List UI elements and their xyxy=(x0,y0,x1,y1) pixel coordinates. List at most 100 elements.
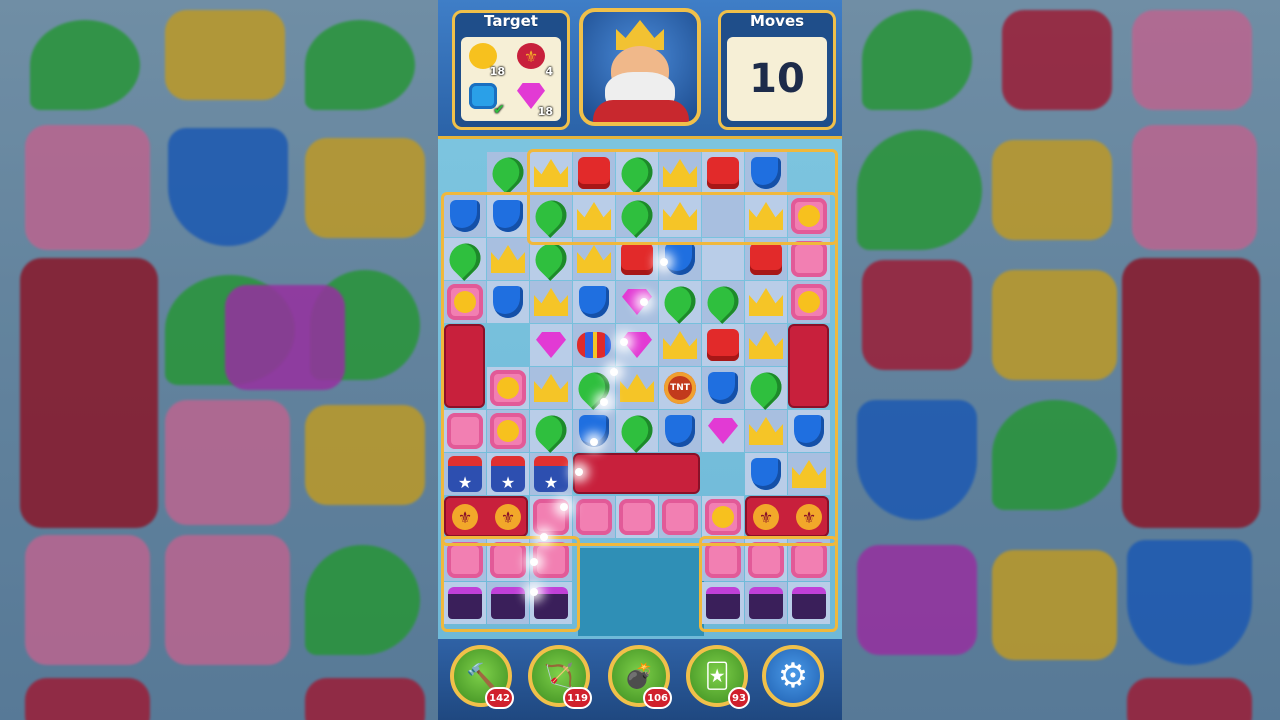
target-count: 4 xyxy=(545,65,553,78)
hammer-booster-button[interactable]: 🔨 142 xyxy=(450,645,514,709)
arrow-booster-button[interactable]: 🏹 119 xyxy=(528,645,592,709)
target-gem: 18 xyxy=(513,81,553,118)
shield-piece xyxy=(790,412,828,450)
hat-piece xyxy=(446,584,484,622)
duck-icon xyxy=(712,506,734,528)
leaf-piece xyxy=(615,409,659,453)
leaf-piece xyxy=(486,151,530,195)
pinkbox-piece xyxy=(446,412,484,450)
crownp-piece xyxy=(532,154,570,192)
leaf-piece xyxy=(529,194,573,238)
moves-panel: Moves 10 xyxy=(718,10,836,130)
target-duck: 18 xyxy=(465,41,505,78)
fleur-de-lis-icon: ⚜ xyxy=(796,504,822,530)
booster-count: 119 xyxy=(563,687,592,709)
crownp-piece xyxy=(575,197,613,235)
shield-piece xyxy=(661,412,699,450)
arrow-icon: 🏹 xyxy=(544,662,574,690)
duck-icon xyxy=(497,377,519,399)
crownp-piece xyxy=(532,369,570,407)
redb-piece xyxy=(704,326,742,364)
crownp-piece xyxy=(661,154,699,192)
board-tile[interactable] xyxy=(702,238,744,280)
cannon-booster-button[interactable]: 💣 106 xyxy=(608,645,672,709)
moves-counter: 10 xyxy=(749,56,805,102)
target-count: 18 xyxy=(489,65,505,78)
leaf-piece xyxy=(615,194,659,238)
fleur-block: ⚜ ⚜ xyxy=(444,496,528,537)
sparkle-effect xyxy=(610,368,618,376)
shield-piece xyxy=(747,455,785,493)
game-board[interactable]: TNT ★ ★ ★ ⚜ ⚜ ⚜ ⚜ xyxy=(440,148,840,638)
king-avatar xyxy=(579,8,701,126)
jester-booster-button[interactable]: 🃏 93 xyxy=(686,645,750,709)
booster-count: 106 xyxy=(643,687,672,709)
leaf-piece xyxy=(443,237,487,281)
pinkbox-piece xyxy=(661,498,699,536)
redb-piece xyxy=(747,240,785,278)
duck-piece xyxy=(489,369,527,407)
shield-piece xyxy=(575,283,613,321)
drum-piece: ★ xyxy=(446,455,484,493)
shield-piece xyxy=(446,197,484,235)
booster-count: 93 xyxy=(728,687,750,709)
rocket-piece xyxy=(575,326,613,364)
sparkle-effect xyxy=(660,258,668,266)
duck-icon xyxy=(454,291,476,313)
crownp-piece xyxy=(747,326,785,364)
sparkle-effect xyxy=(530,558,538,566)
crownp-piece xyxy=(661,197,699,235)
crownp-piece xyxy=(489,240,527,278)
settings-button[interactable]: ⚙ xyxy=(762,645,824,707)
pinkbox-piece xyxy=(618,498,656,536)
duck-piece xyxy=(704,498,742,536)
crownp-piece xyxy=(790,455,828,493)
duck-piece xyxy=(790,283,828,321)
board-tile[interactable] xyxy=(702,195,744,237)
sparkle-effect xyxy=(590,438,598,446)
duck-piece xyxy=(790,197,828,235)
fleur-de-lis-icon: ⚜ xyxy=(517,43,545,69)
redb-piece xyxy=(618,240,656,278)
pinkbox-piece xyxy=(790,240,828,278)
gem-piece xyxy=(704,412,742,450)
crownp-piece xyxy=(747,197,785,235)
fleur-de-lis-icon: ⚜ xyxy=(753,504,779,530)
hat-piece xyxy=(489,584,527,622)
sparkle-effect xyxy=(600,398,608,406)
crownp-piece xyxy=(661,326,699,364)
sparkle-effect xyxy=(620,338,628,346)
hat-piece xyxy=(790,584,828,622)
blurred-background-left xyxy=(0,0,438,720)
sparkle-effect xyxy=(640,298,648,306)
duck-piece xyxy=(489,412,527,450)
gear-icon: ⚙ xyxy=(777,656,809,696)
pinkbox-piece xyxy=(747,541,785,579)
gem-piece xyxy=(532,326,570,364)
shield-piece xyxy=(704,369,742,407)
crownp-piece xyxy=(747,283,785,321)
tnt-piece: TNT xyxy=(661,369,699,407)
target-fleur: ⚜ 4 xyxy=(513,41,553,78)
shield-piece xyxy=(489,197,527,235)
checkmark-icon: ✔ xyxy=(493,102,505,118)
sparkle-effect xyxy=(540,533,548,541)
leaf-piece xyxy=(615,151,659,195)
fleur-block: ⚜ ⚜ xyxy=(745,496,829,537)
pinkbox-piece xyxy=(704,541,742,579)
target-list: 18 ⚜ 4 ✔ 18 xyxy=(461,37,561,121)
shield-piece xyxy=(747,154,785,192)
target-panel: Target 18 ⚜ 4 ✔ 18 xyxy=(452,10,570,130)
leaf-piece xyxy=(529,409,573,453)
duck-icon xyxy=(497,420,519,442)
pinkbox-piece xyxy=(489,541,527,579)
hammer-icon: 🔨 xyxy=(466,662,496,690)
pinkbox-piece xyxy=(575,498,613,536)
leaf-piece xyxy=(701,280,745,324)
booster-bar: 🔨 142 🏹 119 💣 106 🃏 93 ⚙ xyxy=(438,639,842,720)
blurred-background-right xyxy=(842,0,1280,720)
cannon-icon: 💣 xyxy=(624,662,654,690)
drum-piece: ★ xyxy=(489,455,527,493)
hud-bar: Target 18 ⚜ 4 ✔ 18 Moves 10 xyxy=(438,0,842,139)
crownp-piece xyxy=(618,369,656,407)
